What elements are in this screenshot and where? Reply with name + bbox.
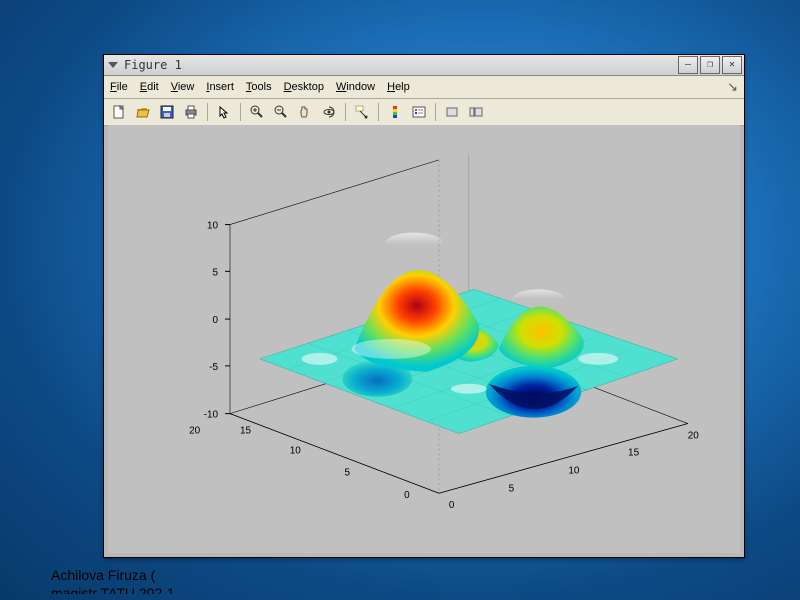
svg-text:0: 0 bbox=[213, 315, 219, 326]
window-title: Figure 1 bbox=[124, 58, 678, 72]
svg-text:5: 5 bbox=[213, 267, 219, 278]
title-bar[interactable]: Figure 1 – ❐ ✕ bbox=[104, 55, 744, 76]
z-axis-ticks: 10 5 0 -5 -10 20 bbox=[189, 221, 230, 437]
minimize-button[interactable]: – bbox=[678, 56, 698, 74]
svg-text:10: 10 bbox=[207, 221, 219, 232]
separator bbox=[345, 103, 346, 121]
menu-help[interactable]: Help bbox=[387, 81, 410, 93]
svg-text:20: 20 bbox=[189, 426, 201, 437]
author-caption: Achilova Firuza ( magistr TATU 202-1 bbox=[51, 566, 175, 594]
svg-text:-5: -5 bbox=[209, 362, 218, 373]
svg-text:20: 20 bbox=[688, 431, 700, 442]
open-icon[interactable] bbox=[132, 102, 154, 122]
svg-text:-10: -10 bbox=[204, 410, 219, 421]
menu-file[interactable]: File bbox=[110, 81, 128, 93]
svg-text:0: 0 bbox=[404, 490, 410, 501]
menu-view[interactable]: View bbox=[171, 81, 195, 93]
x-axis-ticks: 15 10 5 0 bbox=[240, 426, 410, 502]
pointer-icon[interactable] bbox=[213, 102, 235, 122]
window-buttons: – ❐ ✕ bbox=[678, 56, 742, 74]
legend-icon[interactable] bbox=[408, 102, 430, 122]
separator bbox=[378, 103, 379, 121]
svg-text:10: 10 bbox=[568, 465, 580, 476]
svg-text:5: 5 bbox=[344, 467, 350, 478]
hide-plot-tools-icon[interactable] bbox=[441, 102, 463, 122]
surface-peak-secondary bbox=[499, 289, 584, 369]
menu-edit[interactable]: Edit bbox=[140, 81, 159, 93]
menu-bar: File Edit View Insert Tools Desktop Wind… bbox=[104, 76, 744, 99]
close-button[interactable]: ✕ bbox=[722, 56, 742, 74]
pan-icon[interactable] bbox=[294, 102, 316, 122]
axes3d[interactable]: 10 5 0 -5 -10 20 15 10 5 0 bbox=[138, 135, 730, 543]
separator bbox=[207, 103, 208, 121]
zoom-out-icon[interactable] bbox=[270, 102, 292, 122]
figure-icon bbox=[106, 58, 120, 72]
rotate3d-icon[interactable] bbox=[318, 102, 340, 122]
toolbar bbox=[104, 99, 744, 126]
slide-background: Figure 1 – ❐ ✕ File Edit View Insert Too… bbox=[0, 0, 800, 600]
surface-plot: 10 5 0 -5 -10 20 15 10 5 0 bbox=[138, 135, 730, 543]
data-cursor-icon[interactable] bbox=[351, 102, 373, 122]
svg-text:10: 10 bbox=[290, 445, 302, 456]
svg-text:15: 15 bbox=[240, 426, 252, 437]
separator bbox=[240, 103, 241, 121]
colorbar-icon[interactable] bbox=[384, 102, 406, 122]
zoom-in-icon[interactable] bbox=[246, 102, 268, 122]
figure-window: Figure 1 – ❐ ✕ File Edit View Insert Too… bbox=[103, 54, 745, 558]
menu-insert[interactable]: Insert bbox=[206, 81, 234, 93]
plot-area: 10 5 0 -5 -10 20 15 10 5 0 bbox=[108, 125, 740, 553]
menu-desktop[interactable]: Desktop bbox=[284, 81, 324, 93]
menu-window[interactable]: Window bbox=[336, 81, 375, 93]
svg-text:5: 5 bbox=[509, 483, 515, 494]
separator bbox=[435, 103, 436, 121]
surface-peak-main bbox=[351, 233, 479, 372]
dock-icon[interactable]: ↘ bbox=[727, 79, 738, 95]
svg-text:0: 0 bbox=[449, 500, 455, 511]
print-icon[interactable] bbox=[180, 102, 202, 122]
author-line1: Achilova Firuza ( bbox=[51, 566, 175, 584]
new-icon[interactable] bbox=[108, 102, 130, 122]
menu-tools[interactable]: Tools bbox=[246, 81, 272, 93]
author-line2: magistr TATU 202-1 bbox=[51, 584, 175, 594]
y-axis-ticks: 0 5 10 15 20 bbox=[449, 431, 699, 512]
maximize-button[interactable]: ❐ bbox=[700, 56, 720, 74]
show-plot-tools-icon[interactable] bbox=[465, 102, 487, 122]
svg-text:15: 15 bbox=[628, 447, 640, 458]
save-icon[interactable] bbox=[156, 102, 178, 122]
